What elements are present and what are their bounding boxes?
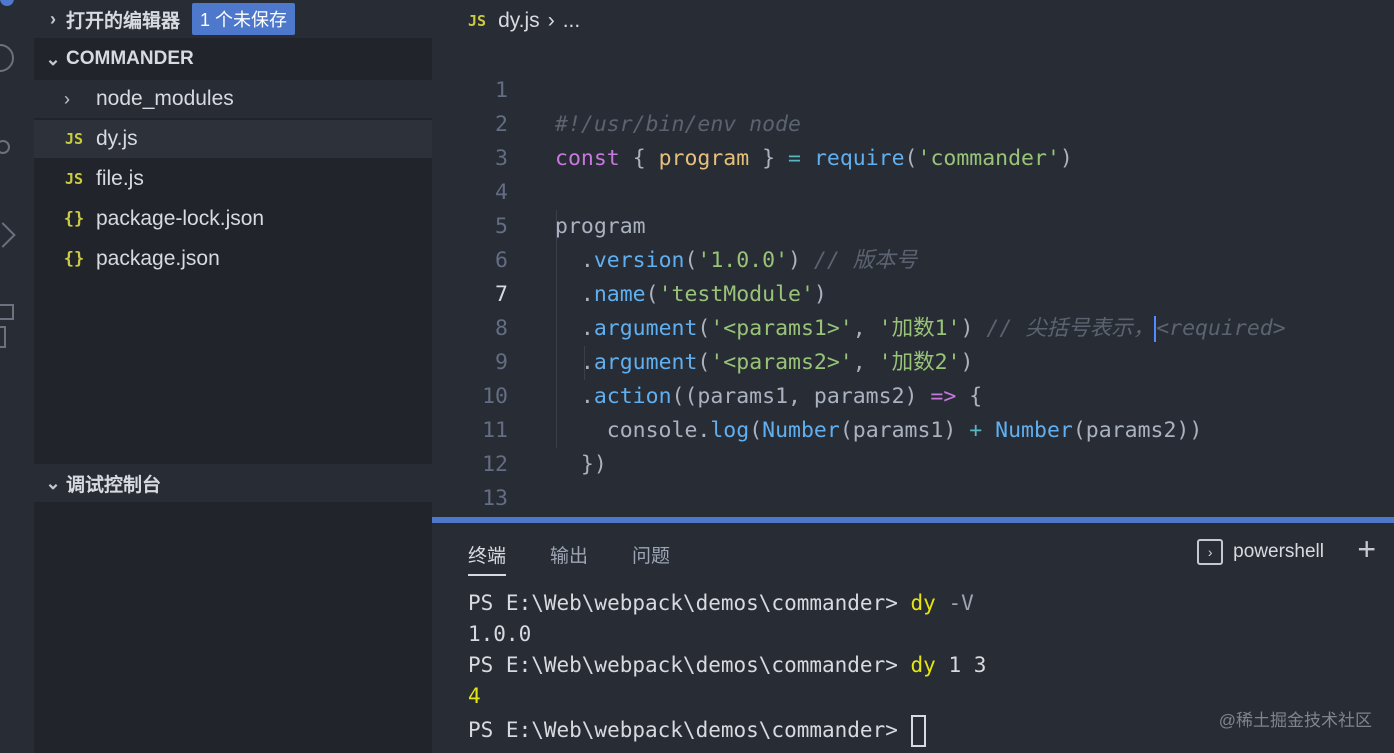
source-control-icon[interactable] [0,140,10,154]
tree-item-package-lock-json[interactable]: {} package-lock.json [34,200,432,238]
explorer-sidebar: › 打开的编辑器 1 个未保存 ⌄ COMMANDER › node_modul… [34,0,432,753]
code-line: 4 program [432,142,1394,239]
tree-item-dy-js[interactable]: JS dy.js [34,120,432,158]
open-editors-header[interactable]: › 打开的编辑器 1 个未保存 [34,0,432,38]
chevron-down-icon: ⌄ [45,48,61,69]
breadcrumb-more[interactable]: ... [563,9,581,33]
breadcrumb-separator: › [547,9,555,32]
code-line: 1 #!/usr/bin/env node [432,40,1394,137]
debug-console-header[interactable]: ⌄ 调试控制台 [34,464,432,502]
search-icon[interactable] [0,44,14,72]
terminal-line: PS E:\Web\webpack\demos\commander> dy -V [468,591,974,615]
run-debug-icon[interactable] [0,222,16,248]
shell-name: powershell [1233,541,1324,562]
terminal-cursor [910,715,926,747]
chevron-right-icon: › [50,8,56,29]
js-file-icon: JS [468,12,487,30]
code-line: 11 }) [432,380,1394,477]
breadcrumb: JS dy.js › ... [468,6,580,36]
json-file-icon: {} [63,209,85,229]
tree-item-node-modules[interactable]: › node_modules [34,80,432,118]
terminal-args: 1 3 [935,653,987,677]
terminal-output: 1.0.0 [468,622,532,646]
json-file-icon: {} [63,249,85,269]
tab-problems[interactable]: 问题 [632,541,670,568]
watermark: @稀土掘金技术社区 [1218,711,1372,730]
tab-output[interactable]: 输出 [550,541,588,568]
terminal-selector[interactable]: › powershell [1197,539,1324,565]
code-line: 3 [432,108,1394,171]
extensions-icon[interactable] [0,304,14,320]
code-line: 10 console.log(Number(params1) + Number(… [432,346,1394,443]
tree-item-label: node_modules [96,87,234,110]
code-line: 2 const { program } = require('commander… [432,74,1394,171]
terminal-panel: 终端 输出 问题 › powershell + PS E:\Web\webpac… [432,523,1394,753]
terminal-prompt: PS E:\Web\webpack\demos\commander> [468,591,911,615]
terminal-line: 4 [468,684,481,708]
code-line-current: 7 .argument('<params1>', '加数1') // 尖括号表示… [432,244,1394,342]
code-line: 9 .action((params1, params2) => { [432,312,1394,409]
terminal-prompt: PS E:\Web\webpack\demos\commander> [468,653,911,677]
terminal-command: dy [910,591,936,615]
add-terminal-icon[interactable]: + [1357,533,1376,565]
code-editor[interactable]: JS dy.js › ... 1 #!/usr/bin/env node 2 c… [432,0,1394,545]
terminal-args: -V [935,591,974,615]
tree-item-label: package-lock.json [96,207,265,230]
tree-item-label: package.json [96,247,220,270]
terminal-line: 1.0.0 [468,622,531,646]
tree-item-package-json[interactable]: {} package.json [34,240,432,278]
terminal-line[interactable]: PS E:\Web\webpack\demos\commander> [468,715,926,747]
tree-item-label: file.js [96,167,144,190]
unsaved-badge: 1 个未保存 [192,3,296,35]
extensions-icon-lower [0,326,6,348]
code-line: 8 .argument('<params2>', '加数2') [432,278,1394,375]
tab-terminal[interactable]: 终端 [468,541,507,576]
chevron-down-icon: ⌄ [45,472,61,493]
terminal-command: dy [910,653,936,677]
tree-item-file-js[interactable]: JS file.js [34,160,432,198]
terminal-output: 4 [468,684,481,708]
code-line: 6 .name('testModule') [432,210,1394,307]
terminal-icon: › [1197,539,1224,565]
debug-console-label: 调试控制台 [66,474,162,496]
code-line: 14 [432,482,1394,545]
notification-dot-icon [0,0,14,6]
breadcrumb-file[interactable]: dy.js [498,9,540,33]
js-file-icon: JS [64,130,84,148]
folder-header[interactable]: ⌄ COMMANDER [34,40,432,78]
js-file-icon: JS [64,170,84,188]
code-line: 12 [432,414,1394,477]
open-editors-label: 打开的编辑器 [66,10,181,32]
terminal-prompt: PS E:\Web\webpack\demos\commander> [468,718,911,742]
tree-item-label: dy.js [96,127,138,150]
activity-bar [0,0,34,753]
chevron-right-icon: › [64,88,70,109]
terminal-line: PS E:\Web\webpack\demos\commander> dy 1 … [468,653,986,677]
folder-label: COMMANDER [66,48,194,69]
code-line: 5 .version('1.0.0') // 版本号 [432,176,1394,273]
code-line: 13 program.parse(process.argv) [432,448,1394,545]
